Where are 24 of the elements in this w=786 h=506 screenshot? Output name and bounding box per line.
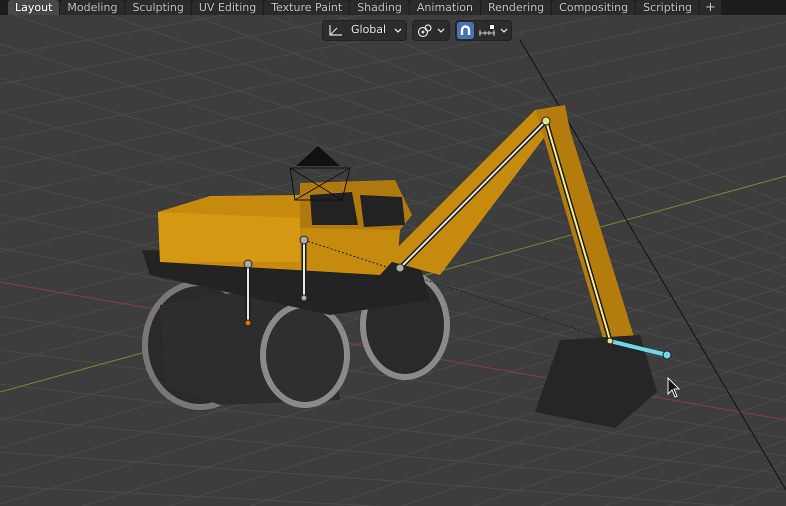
orientation-label: Global [351,22,386,38]
pivot-icon [417,24,434,38]
caret-icon [437,28,446,34]
orientation-dropdown[interactable]: Global [322,20,408,41]
caret-icon [394,28,402,34]
workspace-tab[interactable]: Texture Paint [264,0,350,15]
workspace-tab[interactable]: Sculpting [125,0,191,15]
increment-icon [478,24,496,36]
magnet-icon[interactable] [457,22,474,39]
caret-icon [500,28,508,34]
camera-drawing [290,146,351,200]
workspace-tab[interactable]: Layout [8,0,60,15]
snap-dropdown[interactable] [455,20,512,41]
mouse-cursor-icon [668,376,680,398]
workspace-tab[interactable]: Modeling [60,0,124,15]
workspace-tab[interactable]: Rendering [480,0,552,15]
add-tab-button[interactable]: + [700,0,721,15]
workspace-tab[interactable]: Animation [410,0,480,15]
pivot-dropdown[interactable] [412,20,450,41]
axes-icon [327,24,343,38]
workspace-tab[interactable]: Compositing [552,0,636,15]
workspace-tab[interactable]: Scripting [636,0,700,15]
workspace-tab[interactable]: Shading [350,0,409,15]
workspace-tab[interactable]: UV Editing [192,0,264,15]
